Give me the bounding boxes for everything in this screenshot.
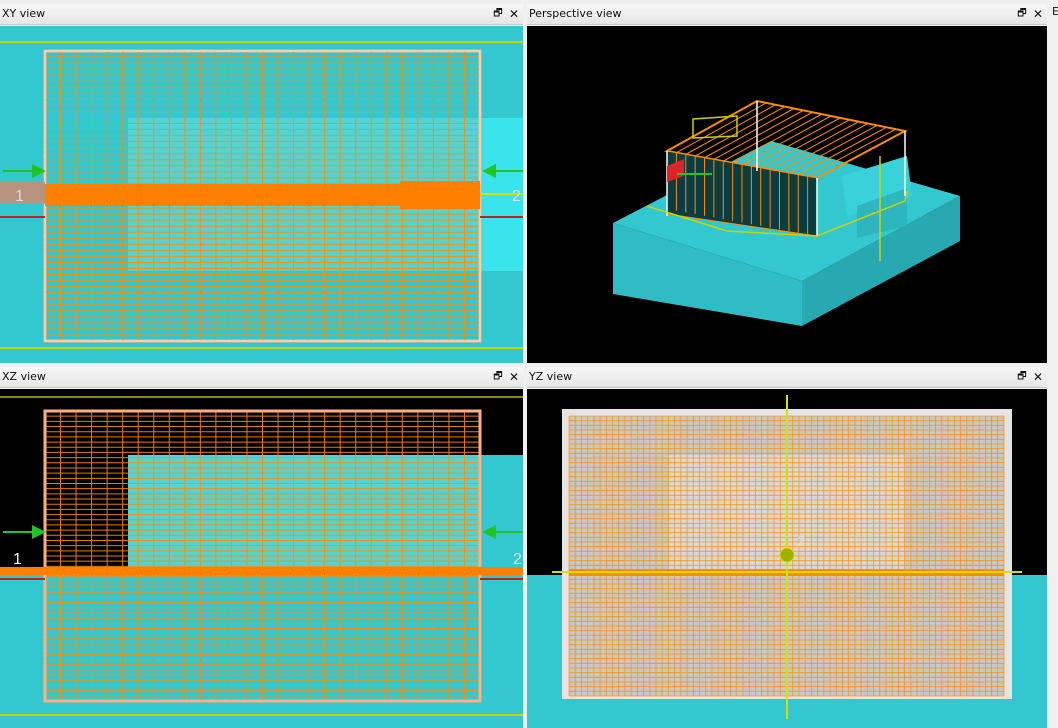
xz-port-1-label: 1	[13, 551, 22, 568]
close-icon[interactable]: ✕	[1031, 369, 1045, 385]
xz-view-titlebar[interactable]: XZ view 🗗 ✕	[0, 367, 523, 388]
yz-view-pane: YZ view 🗗 ✕ 2	[527, 367, 1047, 728]
perspective-view-canvas[interactable]	[527, 26, 1047, 363]
close-icon[interactable]: ✕	[507, 6, 521, 22]
yz-view-title: YZ view	[529, 370, 573, 383]
xz-view-title: XZ view	[2, 370, 46, 383]
restore-window-icon[interactable]: 🗗	[1015, 6, 1029, 22]
edge-tab-label[interactable]: E	[1052, 5, 1058, 18]
restore-window-icon[interactable]: 🗗	[491, 369, 505, 385]
yz-view-canvas[interactable]: 2	[527, 389, 1047, 728]
xy-view-title: XY view	[2, 7, 46, 20]
xz-view-pane: XZ view 🗗 ✕ 1 2	[0, 367, 523, 728]
xz-port-2-label: 2	[513, 551, 522, 568]
yz-view-titlebar[interactable]: YZ view 🗗 ✕	[527, 367, 1047, 388]
xz-view-canvas[interactable]: 1 2	[0, 389, 523, 728]
restore-window-icon[interactable]: 🗗	[1015, 369, 1029, 385]
restore-window-icon[interactable]: 🗗	[491, 6, 505, 22]
xy-port-2-label: 2	[512, 188, 521, 205]
horizontal-splitter[interactable]	[0, 363, 1058, 367]
xy-view-pane: XY view 🗗 ✕ 1 2	[0, 4, 523, 363]
perspective-view-title: Perspective view	[529, 7, 622, 20]
perspective-view-pane: Perspective view 🗗 ✕	[527, 4, 1047, 363]
xy-port-1-label: 1	[15, 188, 24, 205]
close-icon[interactable]: ✕	[507, 369, 521, 385]
close-icon[interactable]: ✕	[1031, 6, 1045, 22]
xy-view-titlebar[interactable]: XY view 🗗 ✕	[0, 4, 523, 25]
xy-view-canvas[interactable]: 1 2	[0, 26, 523, 363]
perspective-view-titlebar[interactable]: Perspective view 🗗 ✕	[527, 4, 1047, 25]
yz-port-2-label: 2	[797, 533, 805, 550]
